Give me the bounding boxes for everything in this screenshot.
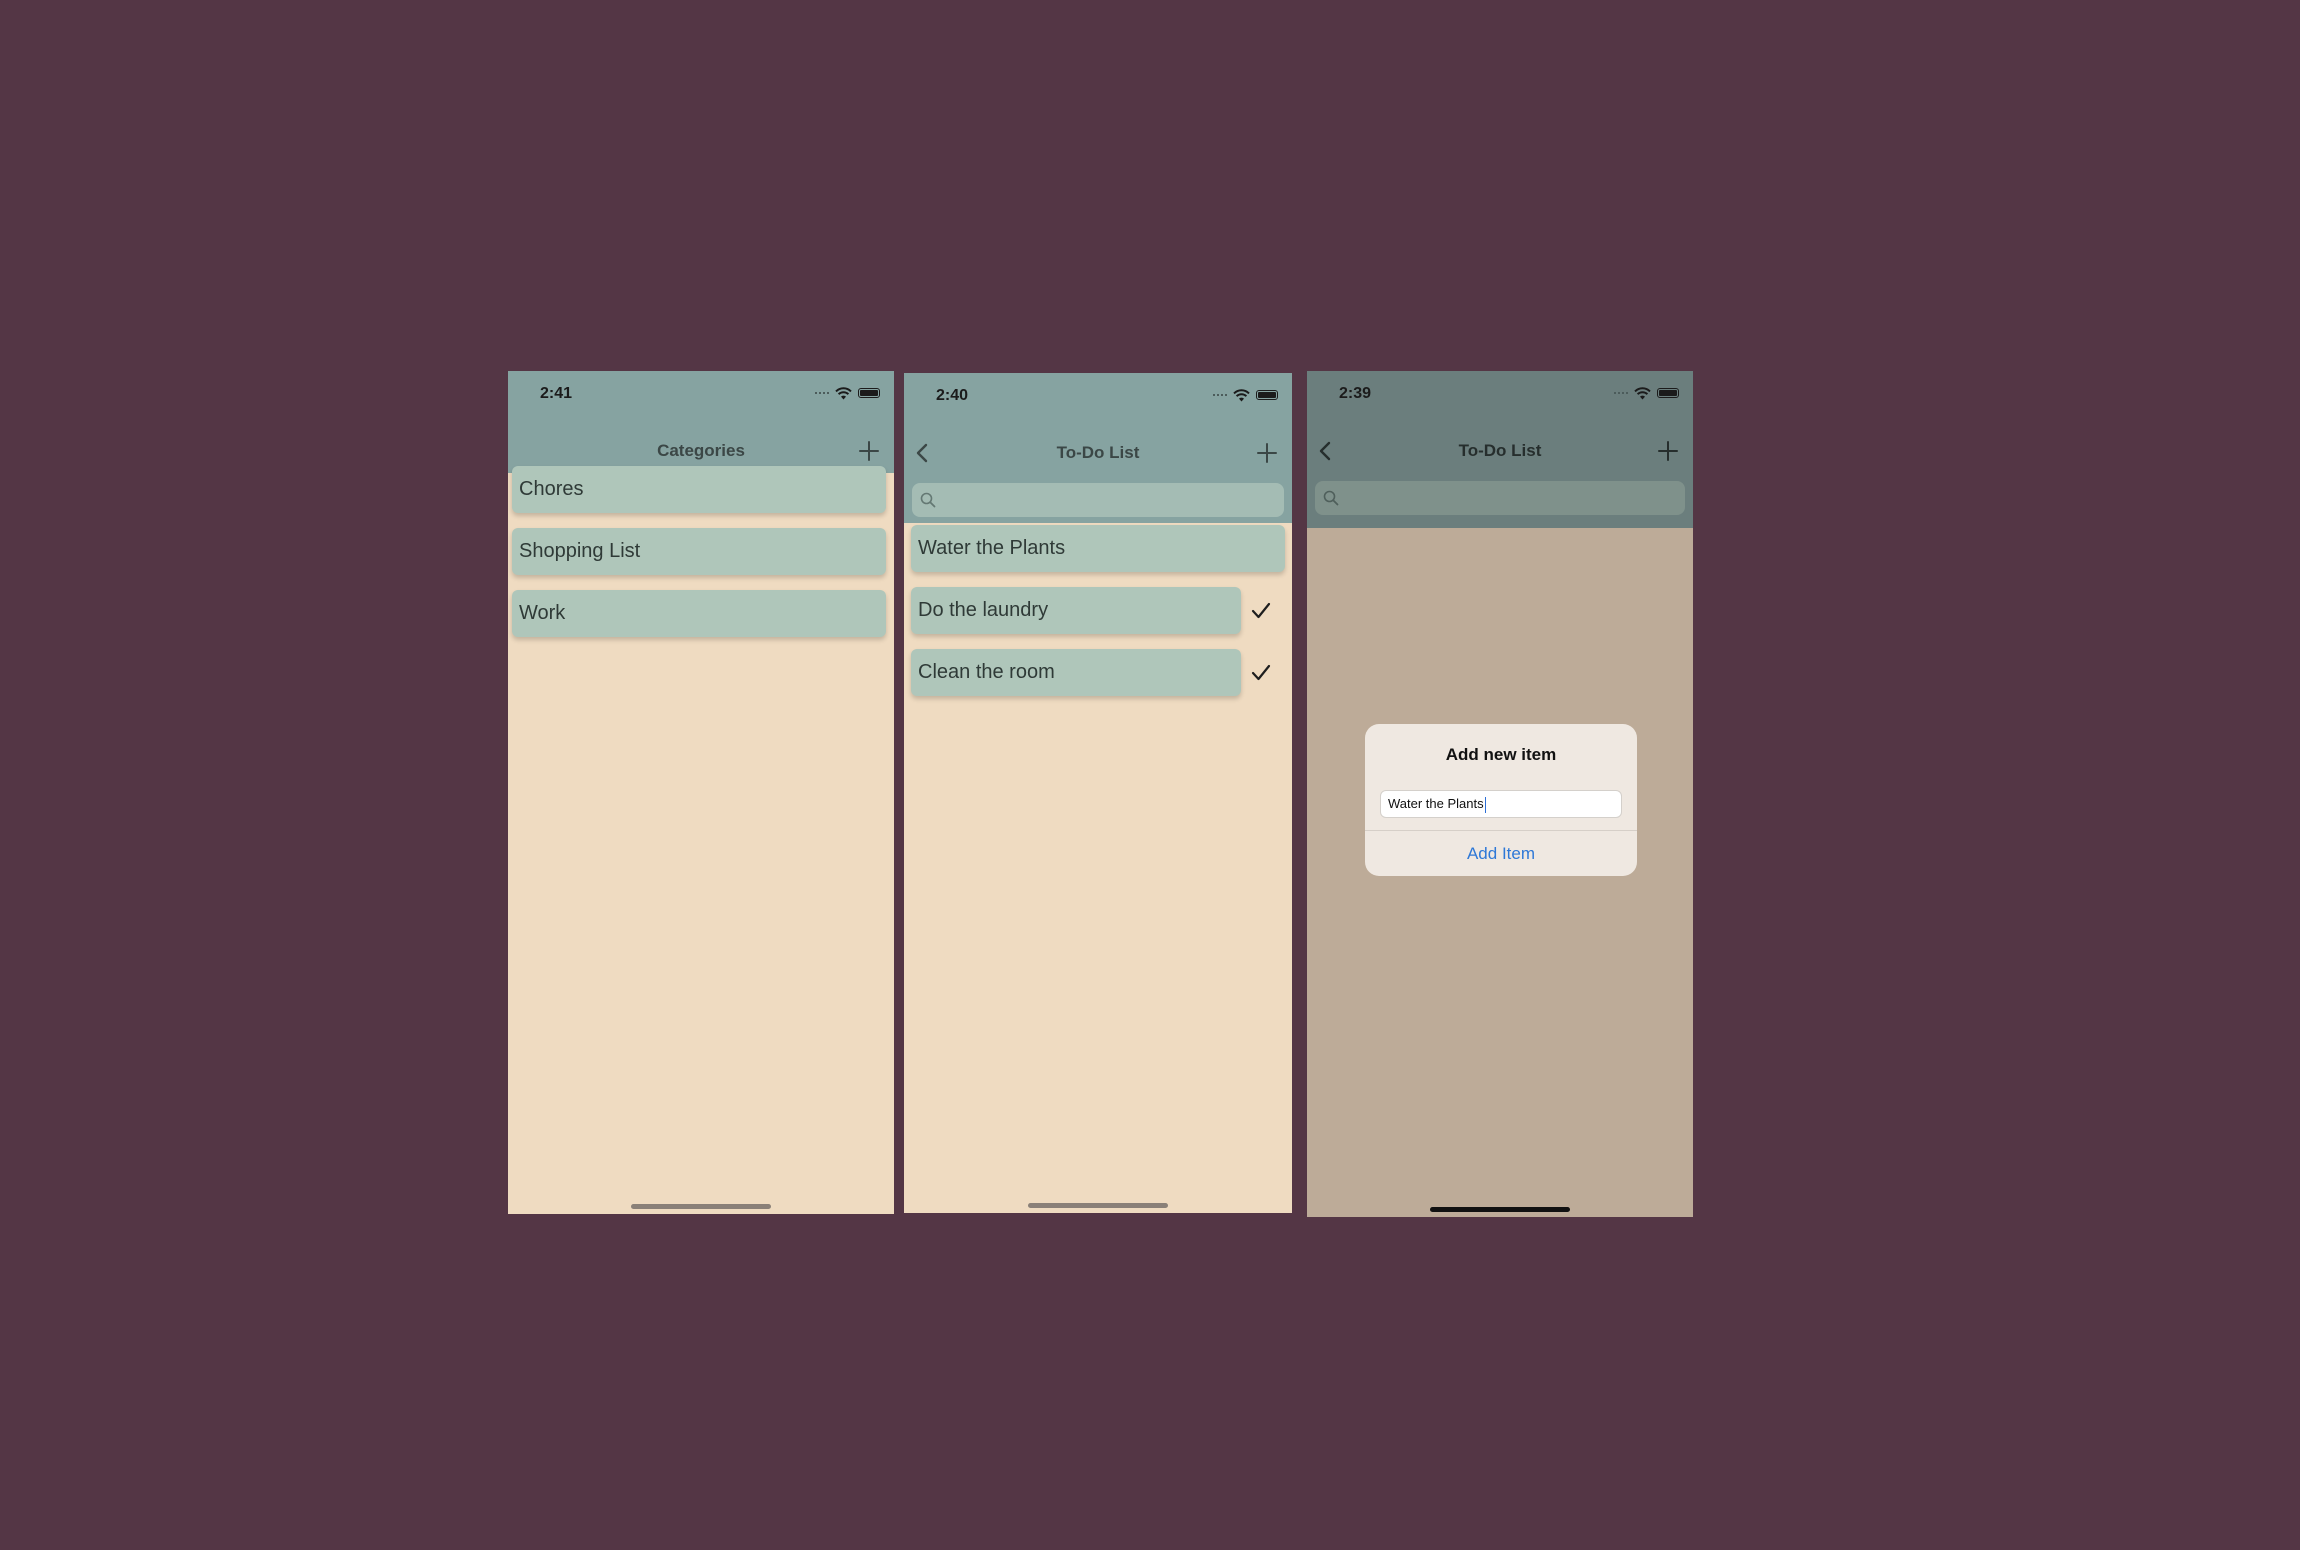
signal-icon [1213,394,1227,396]
battery-icon [858,388,880,398]
status-bar: 2:41 [508,371,894,428]
checkmark-icon [1251,602,1271,619]
search-icon [920,492,936,508]
status-bar: 2:40 [904,373,1292,430]
dialog-title: Add new item [1445,745,1557,764]
status-icons [1614,386,1679,400]
todo-label: Clean the room [918,661,1055,683]
new-item-input-value: Water the Plants [1388,796,1484,811]
wifi-icon [835,386,852,399]
wifi-icon [1233,388,1250,401]
signal-icon [815,392,829,394]
plus-icon[interactable] [1657,440,1679,462]
page-title: To-Do List [1056,443,1140,462]
status-time: 2:39 [1339,385,1372,402]
battery-icon [1657,388,1679,398]
page-title: To-Do List [1458,441,1542,460]
status-time: 2:40 [936,387,969,404]
text-caret [1484,796,1487,813]
plus-icon[interactable] [1256,442,1278,464]
categories-screen: 2:41 Categories Chores Shopping List Wor… [508,371,894,1214]
page-title: Categories [657,441,745,460]
home-indicator[interactable] [1028,1203,1168,1208]
wifi-icon [1634,386,1651,399]
todo-item-do-the-laundry[interactable]: Do the laundry [911,587,1241,634]
todo-item-clean-the-room[interactable]: Clean the room [911,649,1241,696]
category-label: Shopping List [519,540,641,562]
add-item-screen: 2:39 To-Do List Add new item Water the P… [1307,371,1693,1217]
todo-label: Do the laundry [918,599,1049,621]
status-bar: 2:39 [1307,371,1693,428]
todo-item-water-the-plants[interactable]: Water the Plants [911,525,1285,572]
signal-icon [1614,392,1628,394]
category-item-chores[interactable]: Chores [512,466,886,513]
todo-label: Water the Plants [918,537,1066,559]
checkmark-icon [1251,664,1271,681]
status-time: 2:41 [540,385,573,402]
search-icon [1323,490,1339,506]
search-input[interactable] [912,483,1284,517]
search-input[interactable] [1315,481,1685,515]
category-label: Chores [519,478,584,500]
category-item-shopping-list[interactable]: Shopping List [512,528,886,575]
home-indicator[interactable] [631,1204,771,1209]
battery-icon [1256,390,1278,400]
plus-icon[interactable] [858,440,880,462]
nav-bar: To-Do List [1307,428,1693,473]
new-item-input[interactable]: Water the Plants [1380,790,1622,818]
search-bar [1307,473,1693,528]
category-label: Work [519,602,566,624]
search-bar [904,475,1292,523]
category-item-work[interactable]: Work [512,590,886,637]
nav-bar: To-Do List [904,430,1292,475]
status-icons [1213,388,1278,402]
add-item-button[interactable]: Add Item [1365,831,1637,876]
home-indicator[interactable] [1430,1207,1570,1212]
todo-list-screen: 2:40 To-Do List Water the Plants Do the … [904,373,1292,1213]
add-item-dialog: Add new item Water the Plants Add Item [1365,724,1637,876]
status-icons [815,386,880,400]
